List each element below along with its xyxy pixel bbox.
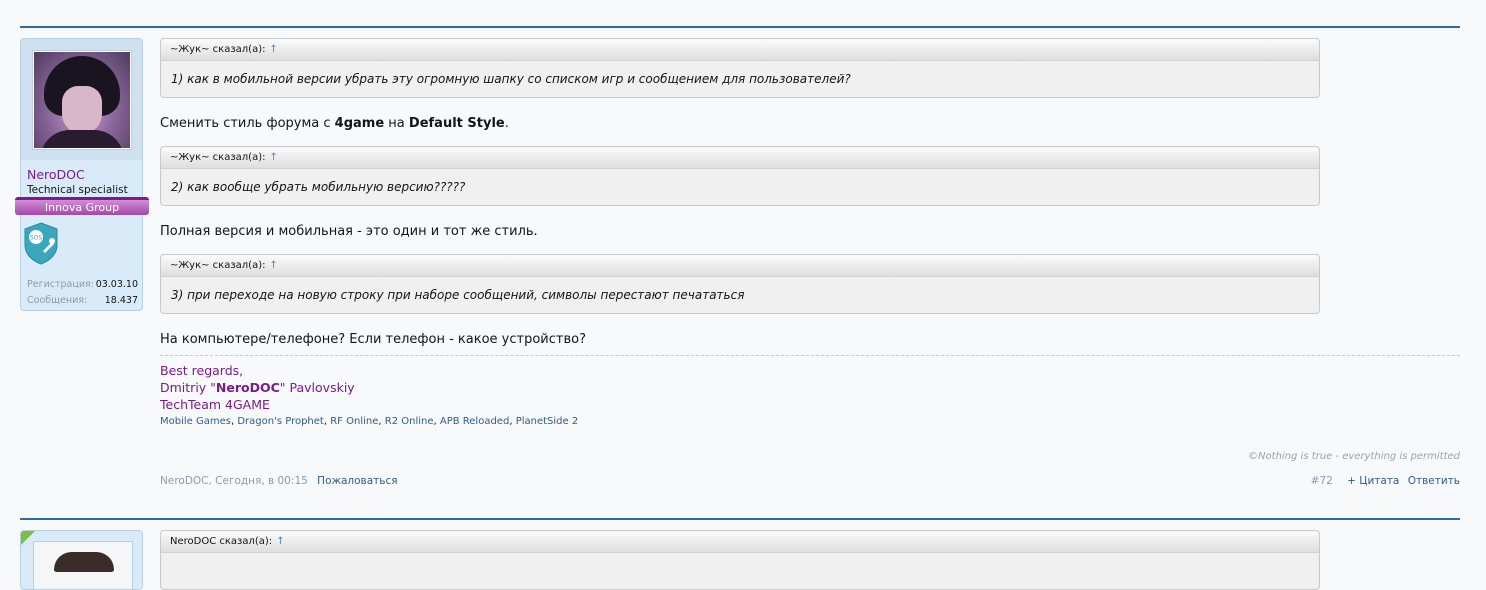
sig-link-planetside-2[interactable]: PlanetSide 2 [516,416,579,427]
user-card [20,530,143,590]
signature-motto: ©Nothing is true - everything is permitt… [1248,451,1460,462]
avatar[interactable] [33,51,131,149]
sos-wrench-badge-icon: SOS [24,222,58,265]
quote-header: NeroDOC сказал(а): ↑ [161,531,1319,553]
svg-text:SOS: SOS [30,235,43,242]
quote-header: ~Жук~ сказал(а): ↑ [161,39,1319,61]
quote-header: ~Жук~ сказал(а): ↑ [161,147,1319,169]
quote-author[interactable]: ~Жук~ сказал(а): [170,152,265,163]
avatar[interactable] [33,541,133,589]
post-number[interactable]: #72 [1311,475,1333,487]
sig-link-mobile-games[interactable]: Mobile Games [160,416,231,427]
signature-links: Mobile Games, Dragon's Prophet, RF Onlin… [160,416,579,427]
quote-text: 3) при переходе на новую строку при набо… [171,288,745,302]
quote-header: ~Жук~ сказал(а): ↑ [161,255,1319,277]
reply-text-1: Сменить стиль форума с 4game на Default … [160,116,509,131]
goto-quote-arrow-icon[interactable]: ↑ [269,44,277,55]
quote-author[interactable]: ~Жук~ сказал(а): [170,44,265,55]
post-separator [20,26,1460,28]
goto-quote-arrow-icon[interactable]: ↑ [276,536,284,547]
username[interactable]: NeroDOC [27,167,85,182]
quote-block: ~Жук~ сказал(а): ↑ 1) как в мобильной вер… [160,38,1320,98]
goto-quote-arrow-icon[interactable]: ↑ [269,152,277,163]
user-title: Technical specialist [27,184,128,196]
reply-text-2: Полная версия и мобильная - это один и т… [160,224,538,239]
avatar-frame [21,39,142,160]
sig-link-rf-online[interactable]: RF Online [330,416,378,427]
signature-line-1: Best regards, [160,363,244,378]
sig-link-r2-online[interactable]: R2 Online [385,416,434,427]
quote-text: 2) как вообще убрать мобильную версию???… [171,180,466,194]
reply-button[interactable]: Ответить [1408,475,1460,487]
user-group-banner: Innova Group [15,197,149,215]
post-author-date[interactable]: NeroDOC, Сегодня, в 00:15 [160,475,308,487]
quote-block: NeroDOC сказал(а): ↑ [160,530,1320,590]
reply-text-3: На компьютере/телефоне? Если телефон - к… [160,332,586,347]
quote-author[interactable]: ~Жук~ сказал(а): [170,260,265,271]
signature-line-3: TechTeam 4GAME [160,397,270,412]
sig-link-apb-reloaded[interactable]: APB Reloaded [440,416,509,427]
post-meta: NeroDOC, Сегодня, в 00:15 Пожаловаться [160,475,398,487]
quote-block: ~Жук~ сказал(а): ↑ 2) как вообще убрать м… [160,146,1320,206]
sig-link-dragons-prophet[interactable]: Dragon's Prophet [237,416,324,427]
post-separator [20,518,1460,520]
post-controls: #72 + Цитата Ответить [1311,475,1460,487]
user-card: NeroDOC Technical specialist Innova Grou… [15,38,149,311]
quote-author[interactable]: NeroDOC сказал(а): [170,536,272,547]
quote-button[interactable]: + Цитата [1347,475,1399,487]
signature-divider [160,355,1460,356]
quote-text: 1) как в мобильной версии убрать эту огр… [171,72,851,86]
report-link[interactable]: Пожаловаться [317,475,397,487]
quote-block: ~Жук~ сказал(а): ↑ 3) при переходе на нов… [160,254,1320,314]
goto-quote-arrow-icon[interactable]: ↑ [269,260,277,271]
signature-line-2: Dmitriy "NeroDOC" Pavlovskiy [160,380,355,395]
